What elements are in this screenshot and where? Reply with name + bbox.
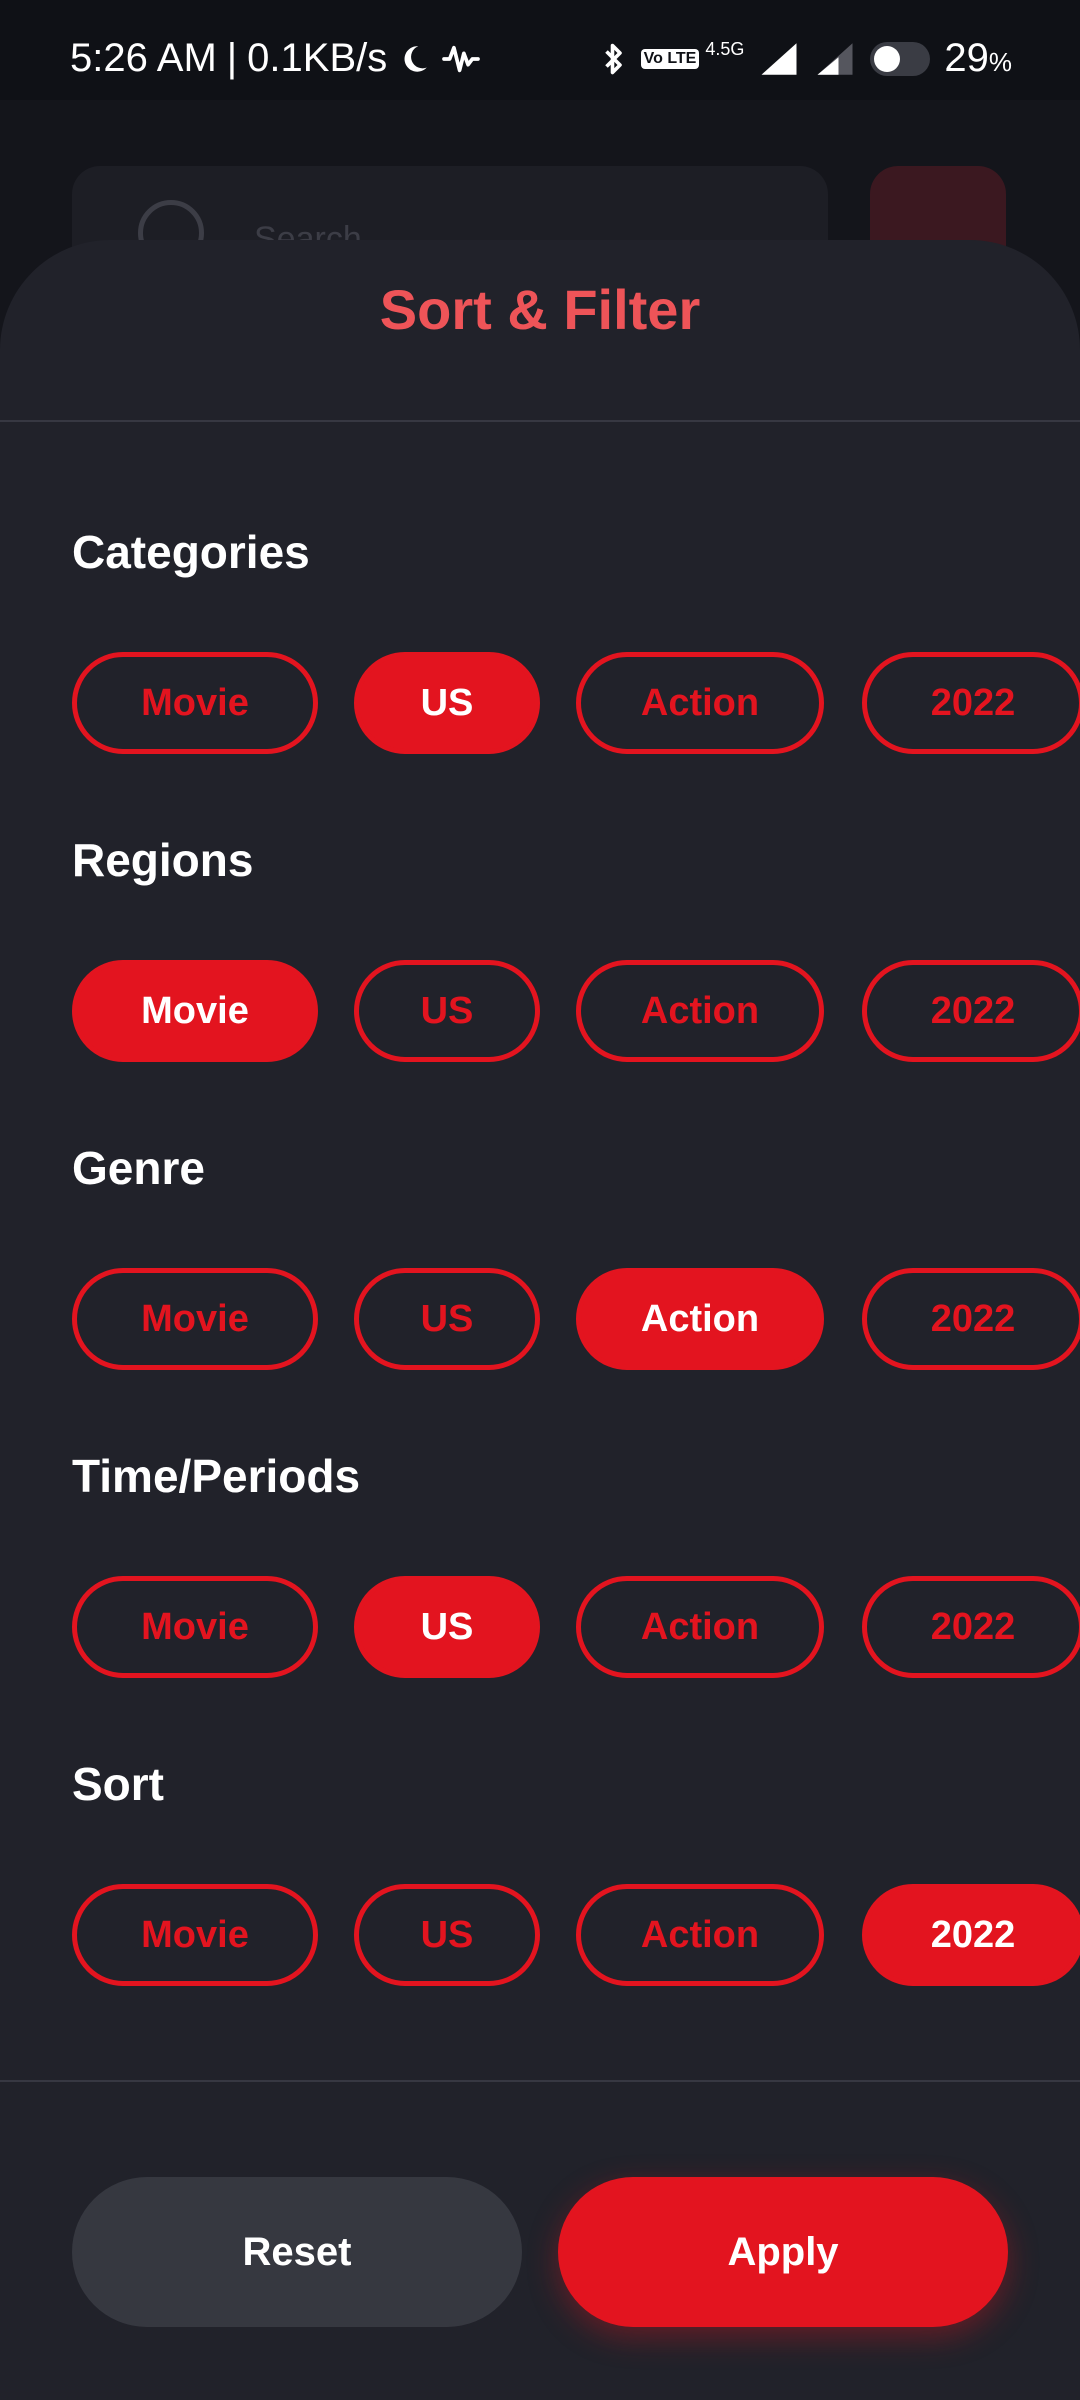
chip-2022[interactable]: 2022 [862,1268,1080,1370]
chip-action[interactable]: Action [576,960,824,1062]
chip-us[interactable]: US [354,960,540,1062]
signal-icon [758,41,800,77]
chip-us[interactable]: US [354,652,540,754]
chip-us[interactable]: US [354,1268,540,1370]
battery-level: 29% [944,36,1012,81]
divider [0,2080,1080,2082]
chip-action[interactable]: Action [576,1884,824,1986]
network-type: 4.5G [705,39,745,59]
chip-action[interactable]: Action [576,652,824,754]
status-bar: 5:26 AM | 0.1KB/s Vo LTE 4.5G 29% [0,0,1080,100]
chip-2022[interactable]: 2022 [862,1884,1080,1986]
battery-unit: % [988,47,1012,77]
chip-action[interactable]: Action [576,1576,824,1678]
sort-filter-sheet: Sort & Filter Categories Movie US Action… [0,240,1080,2400]
chip-movie[interactable]: Movie [72,652,318,754]
section-title-regions: Regions [72,834,254,886]
sheet-title: Sort & Filter [379,278,701,341]
battery-value: 29 [944,36,989,80]
chip-row-time-periods: Movie US Action 2022 [72,1576,1080,1678]
chip-row-genre: Movie US Action 2022 [72,1268,1080,1370]
chip-2022[interactable]: 2022 [862,652,1080,754]
status-time: 5:26 AM [70,36,217,80]
chip-movie[interactable]: Movie [72,1576,318,1678]
status-left: 5:26 AM | 0.1KB/s [70,36,481,81]
status-separator: | [226,36,238,80]
status-right: Vo LTE 4.5G 29% [601,36,1012,81]
section-title-genre: Genre [72,1142,205,1194]
net-speed: 0.1KB/s [247,36,388,80]
toggle-icon [870,41,931,76]
chip-row-regions: Movie US Action 2022 [72,960,1080,1062]
chip-action[interactable]: Action [576,1268,824,1370]
volte-icon: Vo LTE [640,48,700,69]
chip-movie[interactable]: Movie [72,960,318,1062]
chip-2022[interactable]: 2022 [862,960,1080,1062]
divider [0,420,1080,422]
chip-row-categories: Movie US Action 2022 [72,652,1080,754]
chip-movie[interactable]: Movie [72,1884,318,1986]
bluetooth-icon [601,41,627,77]
chip-2022[interactable]: 2022 [862,1576,1080,1678]
chip-row-sort: Movie US Action 2022 [72,1884,1080,1986]
section-title-sort: Sort [72,1758,164,1810]
moon-icon [397,42,431,76]
section-title-time-periods: Time/Periods [72,1450,361,1502]
signal-weak-icon [814,41,856,77]
section-title-categories: Categories [72,526,310,578]
activity-wave-icon [441,42,481,76]
chip-movie[interactable]: Movie [72,1268,318,1370]
apply-button[interactable]: Apply [558,2177,1008,2327]
reset-button[interactable]: Reset [72,2177,522,2327]
chip-us[interactable]: US [354,1576,540,1678]
chip-us[interactable]: US [354,1884,540,1986]
